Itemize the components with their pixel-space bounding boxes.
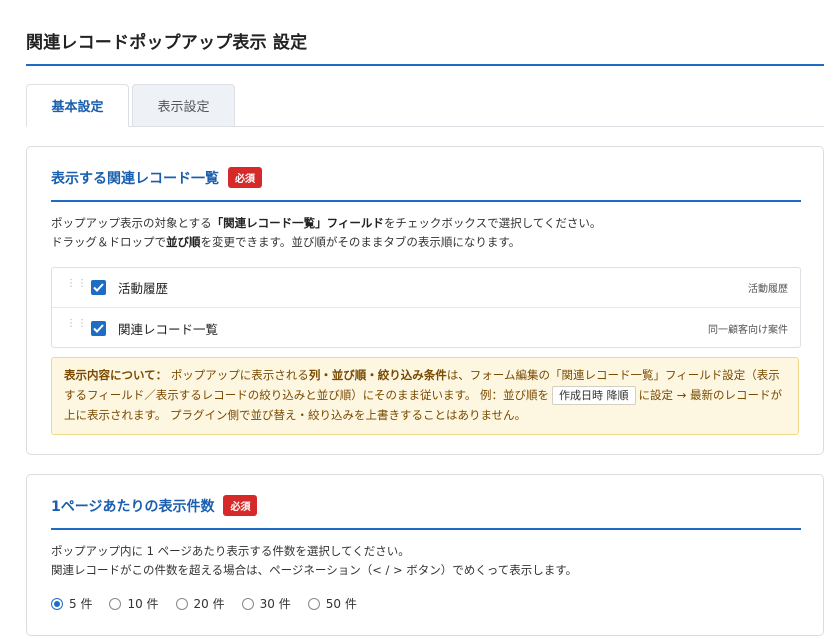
per-page-header: 1ページあたりの表示件数 必須 <box>51 495 258 516</box>
section-divider <box>51 528 801 530</box>
tab-bar: 基本設定 表示設定 <box>26 84 824 127</box>
description-line-1: ポップアップ表示の対象とする「関連レコード一覧」フィールドをチェックボックスで選… <box>51 216 602 230</box>
tab-basic-settings[interactable]: 基本設定 <box>26 84 129 127</box>
required-badge: 必須 <box>223 495 258 516</box>
drag-handle-icon[interactable]: ⋮⋮ <box>66 319 87 334</box>
per-page-radio-group: 5 件 10 件 20 件 30 件 50 件 <box>51 595 374 612</box>
notice-heading: 表示内容について： <box>64 368 168 382</box>
info-notice: 表示内容について： ポップアップに表示される列・並び順・絞り込み条件は、フォーム… <box>51 357 799 435</box>
title-divider <box>26 64 824 66</box>
check-icon <box>93 283 104 292</box>
field-code: 活動履歴 <box>748 284 788 295</box>
section-description: ポップアップ内に 1 ページあたり表示する件数を選択してください。 関連レコード… <box>51 542 577 580</box>
checkbox[interactable] <box>91 280 106 295</box>
per-page-card: 1ページあたりの表示件数 必須 ポップアップ内に 1 ページあたり表示する件数を… <box>26 474 824 636</box>
radio-10[interactable]: 10 件 <box>109 595 159 612</box>
radio-circle[interactable] <box>175 597 188 610</box>
radio-circle[interactable] <box>241 597 254 610</box>
field-list: ⋮⋮ 活動履歴 活動履歴 ⋮⋮ 関連レコード一覧 同一顧客向け案件 <box>51 267 801 348</box>
required-badge: 必須 <box>228 167 262 188</box>
section-title: 1ページあたりの表示件数 <box>51 498 215 515</box>
list-item[interactable]: ⋮⋮ 活動履歴 活動履歴 <box>52 268 800 308</box>
section-divider <box>51 200 801 202</box>
field-code: 同一顧客向け案件 <box>708 324 788 336</box>
section-title: 表示する関連レコード一覧 <box>51 170 219 187</box>
field-label: 関連レコード一覧 <box>118 321 219 337</box>
list-item[interactable]: ⋮⋮ 関連レコード一覧 同一顧客向け案件 <box>52 308 800 348</box>
radio-circle[interactable] <box>109 597 122 610</box>
radio-circle[interactable] <box>51 597 63 610</box>
radio-30[interactable]: 30 件 <box>241 595 291 612</box>
description-line-1: ポップアップ内に 1 ページあたり表示する件数を選択してください。 <box>51 544 410 558</box>
checkbox[interactable] <box>91 320 106 336</box>
radio-circle[interactable] <box>307 597 320 610</box>
radio-20[interactable]: 20 件 <box>175 595 225 612</box>
radio-50[interactable]: 50 件 <box>307 595 357 612</box>
field-label: 活動履歴 <box>118 281 169 296</box>
description-line-2: 関連レコードがこの件数を超える場合は、ページネーション（< / > ボタン）でめ… <box>51 563 578 577</box>
description-line-2: ドラッグ＆ドロップで並び順を変更できます。並び順がそのままタブの表示順になります… <box>51 235 521 249</box>
related-list-card: 表示する関連レコード一覧 必須 ポップアップ表示の対象とする「関連レコード一覧」… <box>26 146 824 455</box>
radio-5[interactable]: 5 件 <box>51 595 92 612</box>
page-title: 関連レコードポップアップ表示 設定 <box>26 33 308 53</box>
sort-example-chip: 作成日時 降順 <box>552 386 636 405</box>
section-description: ポップアップ表示の対象とする「関連レコード一覧」フィールドをチェックボックスで選… <box>51 214 601 252</box>
drag-handle-icon[interactable]: ⋮⋮ <box>66 278 87 294</box>
related-list-header: 表示する関連レコード一覧 必須 <box>51 167 262 188</box>
tab-display-settings[interactable]: 表示設定 <box>132 84 235 127</box>
check-icon <box>93 323 104 333</box>
